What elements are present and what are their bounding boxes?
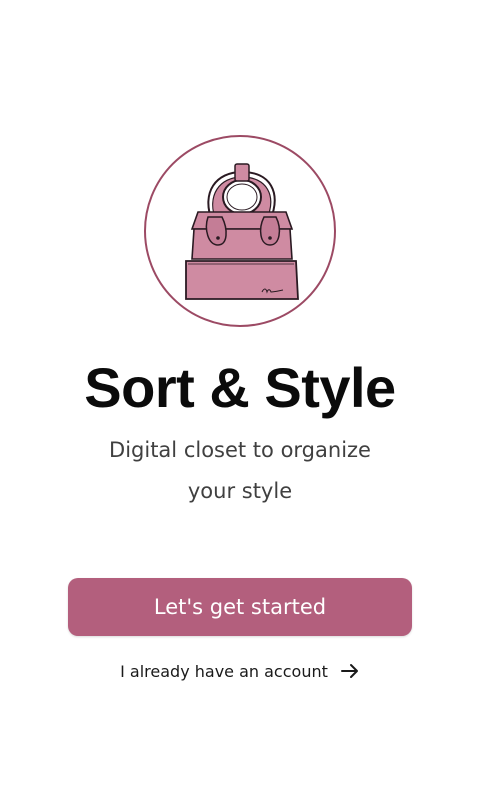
app-logo xyxy=(144,135,336,327)
handbag-icon xyxy=(185,163,299,300)
app-title: Sort & Style xyxy=(84,356,396,419)
login-link-label: I already have an account xyxy=(120,661,328,681)
app-tagline: Digital closet to organize your style xyxy=(109,438,371,503)
login-link[interactable]: I already have an account xyxy=(0,656,480,686)
onboarding-screen: Sort & Style Digital closet to organize … xyxy=(0,0,480,785)
arrow-right-icon xyxy=(340,664,358,678)
get-started-button[interactable]: Let's get started xyxy=(68,578,412,636)
